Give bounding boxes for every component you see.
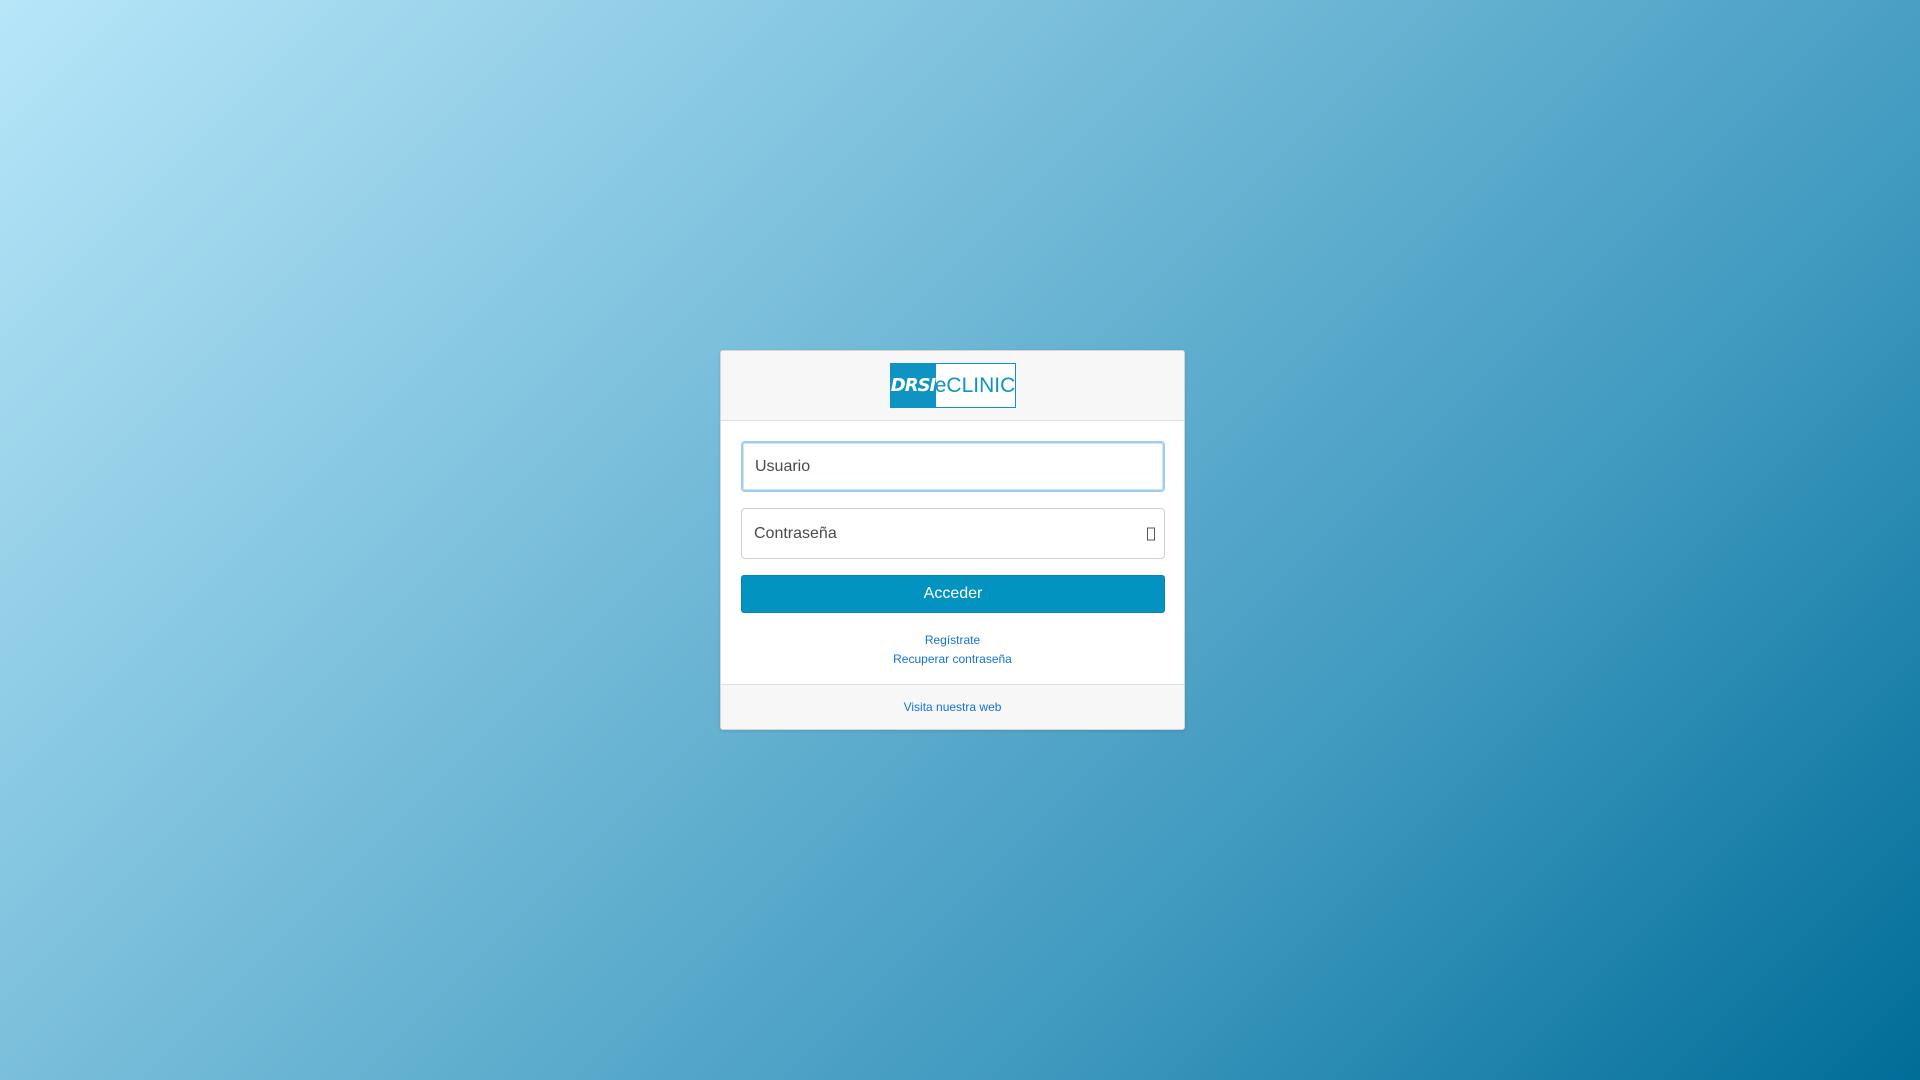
- card-header: DRSI eCLINIC: [721, 351, 1184, 421]
- visit-website-link[interactable]: Visita nuestra web: [904, 700, 1002, 714]
- card-footer: Visita nuestra web: [721, 684, 1184, 729]
- auth-links: Regístrate Recuperar contraseña: [741, 631, 1164, 669]
- password-field-wrapper: [741, 508, 1165, 559]
- login-page: { "logo": { "mark_text": "DRSI", "produc…: [0, 0, 1920, 1080]
- login-form: Acceder Regístrate Recuperar contraseña: [721, 421, 1184, 684]
- username-input[interactable]: [743, 443, 1163, 490]
- eclinic-logo: DRSI eCLINIC: [889, 363, 1016, 408]
- username-field-wrapper: [741, 441, 1165, 492]
- logo-product-name: eCLINIC: [935, 364, 1015, 407]
- password-input[interactable]: [742, 509, 1164, 558]
- login-button[interactable]: Acceder: [741, 575, 1165, 613]
- login-card: DRSI eCLINIC Acceder Regístrate Recupera…: [720, 350, 1185, 730]
- recover-password-link[interactable]: Recuperar contraseña: [741, 650, 1164, 669]
- register-link[interactable]: Regístrate: [741, 631, 1164, 650]
- show-password-icon[interactable]: [1147, 527, 1155, 540]
- logo-mark: DRSI: [890, 364, 936, 407]
